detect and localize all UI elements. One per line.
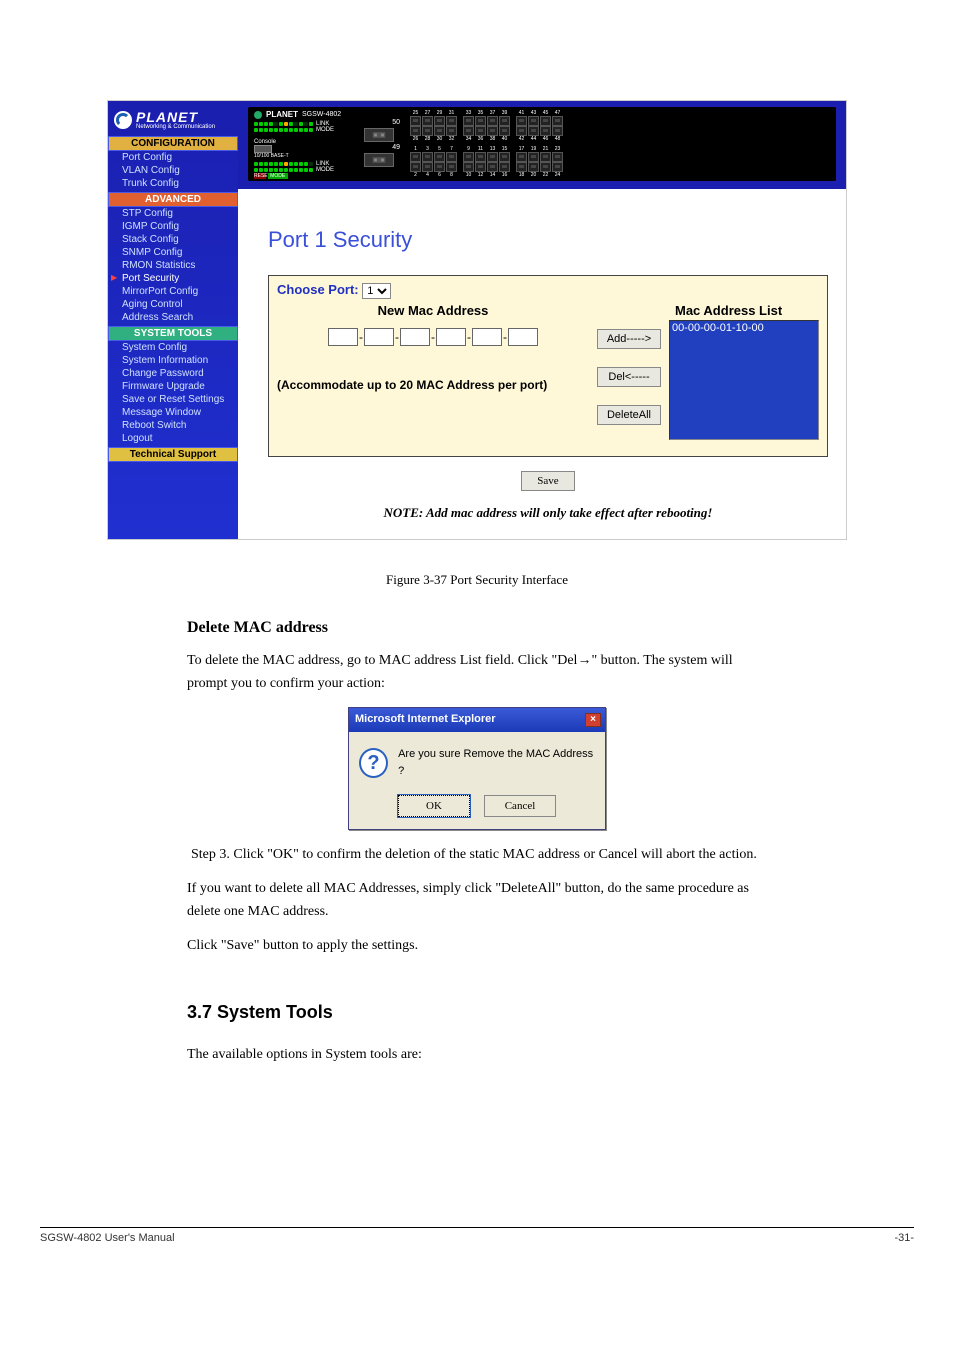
nav-item-reboot-switch[interactable]: Reboot Switch: [108, 419, 238, 432]
port-row-bottom: 135724689111315101214161719212318202224: [410, 146, 830, 178]
page-title: Port 1 Security: [268, 227, 828, 253]
device-logo-icon: [254, 111, 262, 119]
choose-port-select[interactable]: 1: [362, 283, 391, 299]
systools-heading: 3.7 System Tools: [187, 998, 767, 1027]
footer-right: -31-: [894, 1232, 914, 1244]
nav-item-mirrorport-config[interactable]: MirrorPort Config: [108, 285, 238, 298]
nav-item-rmon-statistics[interactable]: RMON Statistics: [108, 259, 238, 272]
systools-p: The available options in System tools ar…: [187, 1044, 767, 1066]
figure-caption: Figure 3-37 Port Security Interface: [187, 570, 767, 591]
nav-item-system-information[interactable]: System Information: [108, 354, 238, 367]
nav-header-configuration: CONFIGURATION: [108, 136, 238, 151]
save-button[interactable]: Save: [521, 471, 575, 491]
page-footer: SGSW-4802 User's Manual -31-: [40, 1228, 914, 1248]
nav-item-address-search[interactable]: Address Search: [108, 311, 238, 324]
mac-input-group: - - - - -: [277, 328, 589, 346]
planet-logo-icon: [114, 111, 132, 129]
mac-octet-1[interactable]: [328, 328, 358, 346]
del-button[interactable]: Del<-----: [597, 367, 661, 387]
nav-item-firmware-upgrade[interactable]: Firmware Upgrade: [108, 380, 238, 393]
bps-label: 10/100 BASE-T: [254, 153, 358, 159]
dialog-close-icon[interactable]: ×: [585, 713, 601, 727]
question-icon: ?: [359, 748, 388, 778]
nav-item-snmp-config[interactable]: SNMP Config: [108, 246, 238, 259]
port-row-top: 2527293126283032333537393436384041434547…: [410, 110, 830, 142]
dialog-ok-button[interactable]: OK: [398, 795, 470, 817]
ie-confirm-dialog: Microsoft Internet Explorer × ? Are you …: [348, 707, 606, 830]
delete-all-p: If you want to delete all MAC Addresses,…: [187, 878, 767, 923]
console-port-icon: [254, 145, 272, 153]
delete-mac-heading: Delete MAC address: [187, 615, 767, 641]
mac-octet-6[interactable]: [508, 328, 538, 346]
reboot-note: NOTE: Add mac address will only take eff…: [268, 505, 828, 521]
delete-mac-p1: To delete the MAC address, go to MAC add…: [187, 650, 767, 695]
mode-button[interactable]: MODE: [268, 173, 288, 179]
mac-octet-2[interactable]: [364, 328, 394, 346]
accommodate-note: (Accommodate up to 20 MAC Address per po…: [277, 378, 589, 392]
nav-item-igmp-config[interactable]: IGMP Config: [108, 220, 238, 233]
module-slot-49: [364, 153, 394, 167]
mac-list-item[interactable]: 00-00-00-01-10-00: [672, 322, 816, 334]
nav-item-logout[interactable]: Logout: [108, 432, 238, 445]
reset-button[interactable]: RESET: [254, 173, 266, 179]
nav-item-trunk-config[interactable]: Trunk Config: [108, 177, 238, 190]
module-50-label: 50: [364, 119, 404, 126]
nav-item-aging-control[interactable]: Aging Control: [108, 298, 238, 311]
device-model: SGSW-4802: [302, 111, 341, 118]
device-banner: PLANET SGSW-4802 LINKMODE Console 10/100…: [238, 101, 846, 189]
nav-item-message-window[interactable]: Message Window: [108, 406, 238, 419]
nav-item-port-security[interactable]: Port Security: [108, 272, 238, 285]
add-button[interactable]: Add----->: [597, 329, 661, 349]
nav-item-system-config[interactable]: System Config: [108, 341, 238, 354]
new-mac-heading: New Mac Address: [277, 303, 589, 318]
device-brand: PLANET: [266, 110, 298, 119]
main-panel: PLANET SGSW-4802 LINKMODE Console 10/100…: [238, 101, 846, 539]
nav-item-save-or-reset-settings[interactable]: Save or Reset Settings: [108, 393, 238, 406]
choose-port-label: Choose Port:: [277, 282, 359, 297]
mac-address-list[interactable]: 00-00-00-01-10-00: [669, 320, 819, 440]
logo-tagline: Networking & Communication: [136, 124, 215, 130]
step3: Step 3. Click "OK" to confirm the deleti…: [191, 844, 767, 866]
nav-item-stack-config[interactable]: Stack Config: [108, 233, 238, 246]
nav-header-system-tools: SYSTEM TOOLS: [108, 326, 238, 341]
module-slot-50: [364, 128, 394, 142]
dialog-message: Are you sure Remove the MAC Address ?: [398, 746, 595, 781]
nav-item-port-config[interactable]: Port Config: [108, 151, 238, 164]
dialog-title: Microsoft Internet Explorer: [355, 711, 496, 729]
dialog-cancel-button[interactable]: Cancel: [484, 795, 556, 817]
form-panel: Choose Port: 1 New Mac Address - - -: [268, 275, 828, 457]
logo: PLANET Networking & Communication: [108, 101, 238, 134]
footer-left: SGSW-4802 User's Manual: [40, 1232, 175, 1244]
article: Figure 3-37 Port Security Interface Dele…: [187, 570, 767, 1067]
module-49-label: 49: [364, 144, 404, 151]
nav-item-stp-config[interactable]: STP Config: [108, 207, 238, 220]
nav-header-advanced: ADVANCED: [108, 192, 238, 207]
mac-octet-3[interactable]: [400, 328, 430, 346]
nav-item-change-password[interactable]: Change Password: [108, 367, 238, 380]
delete-all-button[interactable]: DeleteAll: [597, 405, 661, 425]
mac-list-heading: Mac Address List: [669, 303, 819, 318]
save-save-p: Click "Save" button to apply the setting…: [187, 935, 767, 957]
mac-octet-4[interactable]: [436, 328, 466, 346]
logo-brand: PLANET: [136, 109, 215, 125]
screenshot: PLANET Networking & Communication CONFIG…: [107, 100, 847, 540]
nav-header-technical-support: Technical Support: [108, 447, 238, 462]
sidebar: PLANET Networking & Communication CONFIG…: [108, 101, 238, 539]
mac-octet-5[interactable]: [472, 328, 502, 346]
nav-item-vlan-config[interactable]: VLAN Config: [108, 164, 238, 177]
